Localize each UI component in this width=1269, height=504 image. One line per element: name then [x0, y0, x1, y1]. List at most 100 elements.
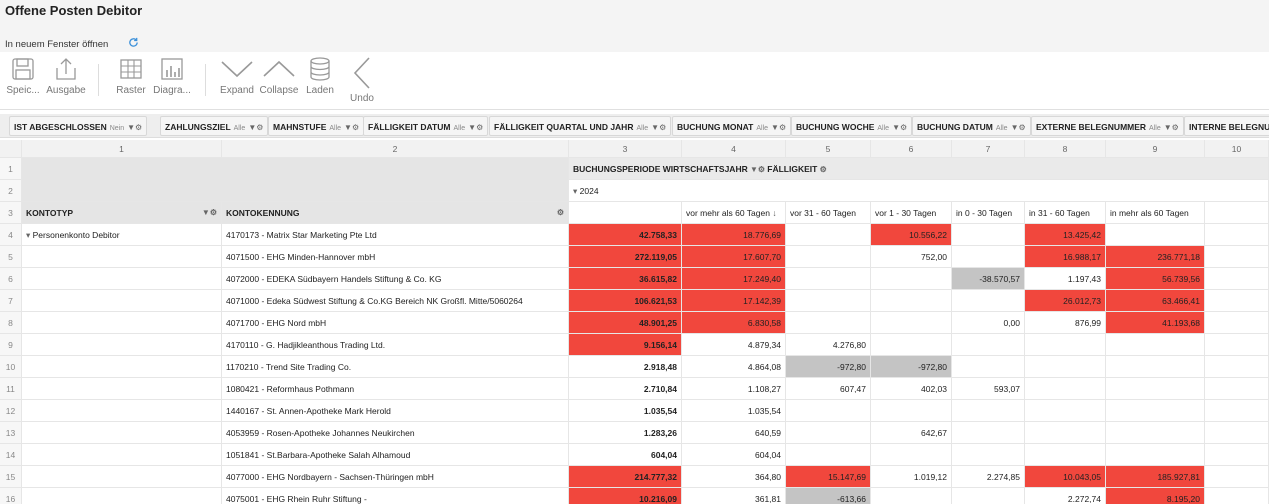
undo-button[interactable]: Undo — [346, 56, 378, 104]
value-cell[interactable] — [786, 444, 871, 466]
total-value-cell[interactable]: 42.758,33 — [569, 224, 682, 246]
value-cell[interactable]: 26.012,73 — [1025, 290, 1106, 312]
value-cell[interactable]: 17.249,40 — [682, 268, 786, 290]
value-cell[interactable]: 63.466,41 — [1106, 290, 1205, 312]
value-cell[interactable]: 402,03 — [871, 378, 952, 400]
load-button[interactable]: Laden — [304, 56, 336, 96]
group-personenkonto-debitor[interactable]: ▾ Personenkonto Debitor — [22, 224, 222, 246]
total-value-cell[interactable]: 604,04 — [569, 444, 682, 466]
value-cell[interactable]: 17.142,39 — [682, 290, 786, 312]
output-button[interactable]: Ausgabe — [45, 56, 87, 96]
value-cell[interactable] — [952, 488, 1025, 504]
value-cell[interactable]: 10.043,05 — [1025, 466, 1106, 488]
account-cell[interactable]: 1170210 - Trend Site Trading Co. — [222, 356, 569, 378]
value-cell[interactable]: 607,47 — [786, 378, 871, 400]
value-cell[interactable] — [871, 290, 952, 312]
value-cell[interactable] — [1025, 378, 1106, 400]
value-cell[interactable] — [871, 400, 952, 422]
sort-arrow-icon[interactable]: ↓ — [770, 208, 776, 218]
filter-settings-icon[interactable]: ▼⚙ — [127, 123, 142, 132]
value-cell[interactable]: 236.771,18 — [1106, 246, 1205, 268]
save-button[interactable]: Speic... — [5, 56, 41, 96]
bucket-header[interactable]: vor mehr als 60 Tagen ↓ — [682, 202, 786, 224]
column-number[interactable]: 3 — [569, 140, 682, 158]
account-cell[interactable]: 4053959 - Rosen-Apotheke Johannes Neukir… — [222, 422, 569, 444]
row-field-kontotyp[interactable]: KONTOTYP ▼⚙ — [22, 202, 222, 224]
account-cell[interactable]: 4170173 - Matrix Star Marketing Pte Ltd — [222, 224, 569, 246]
value-cell[interactable] — [786, 290, 871, 312]
value-cell[interactable] — [952, 246, 1025, 268]
filter-settings-icon[interactable]: ▼⚙ — [748, 165, 768, 174]
value-cell[interactable] — [1106, 378, 1205, 400]
value-cell[interactable] — [871, 488, 952, 504]
bucket-header[interactable]: vor 31 - 60 Tagen — [786, 202, 871, 224]
value-cell[interactable]: 1.035,54 — [682, 400, 786, 422]
value-cell[interactable] — [952, 290, 1025, 312]
refresh-icon[interactable] — [128, 37, 139, 48]
bucket-header[interactable]: in 0 - 30 Tagen — [952, 202, 1025, 224]
filter-settings-icon[interactable]: ▼⚙ — [344, 123, 359, 132]
value-cell[interactable]: 0,00 — [952, 312, 1025, 334]
account-cell[interactable]: 4072000 - EDEKA Südbayern Handels Stiftu… — [222, 268, 569, 290]
value-cell[interactable]: 15.147,69 — [786, 466, 871, 488]
filter-chip[interactable]: ZAHLUNGSZIEL Alle ▼⚙ — [160, 116, 269, 136]
total-value-cell[interactable]: 1.283,26 — [569, 422, 682, 444]
filter-chip[interactable]: MAHNSTUFE Alle ▼⚙ — [268, 116, 365, 136]
filter-settings-icon[interactable]: ▼⚙ — [771, 123, 786, 132]
total-value-cell[interactable]: 272.119,05 — [569, 246, 682, 268]
total-value-cell[interactable]: 2.918,48 — [569, 356, 682, 378]
value-cell[interactable]: 361,81 — [682, 488, 786, 504]
bucket-header[interactable]: vor 1 - 30 Tagen — [871, 202, 952, 224]
value-cell[interactable]: 6.830,58 — [682, 312, 786, 334]
account-cell[interactable]: 4071500 - EHG Minden-Hannover mbH — [222, 246, 569, 268]
bucket-header[interactable]: in mehr als 60 Tagen — [1106, 202, 1205, 224]
value-cell[interactable] — [952, 444, 1025, 466]
value-cell[interactable]: 185.927,81 — [1106, 466, 1205, 488]
total-value-cell[interactable]: 48.901,25 — [569, 312, 682, 334]
filter-chip[interactable]: FÄLLIGKEIT DATUM Alle ▼⚙ — [363, 116, 489, 136]
value-cell[interactable] — [871, 268, 952, 290]
total-value-cell[interactable]: 214.777,32 — [569, 466, 682, 488]
value-cell[interactable]: 13.425,42 — [1025, 224, 1106, 246]
grid-button[interactable]: Raster — [113, 56, 149, 96]
filter-chip[interactable]: FÄLLIGKEIT QUARTAL UND JAHR Alle ▼⚙ — [489, 116, 672, 136]
value-cell[interactable]: -972,80 — [871, 356, 952, 378]
account-cell[interactable]: 4170110 - G. Hadjikleanthous Trading Ltd… — [222, 334, 569, 356]
value-cell[interactable]: -972,80 — [786, 356, 871, 378]
value-cell[interactable] — [1106, 334, 1205, 356]
total-value-cell[interactable]: 106.621,53 — [569, 290, 682, 312]
filter-settings-icon[interactable]: ▼⚙ — [468, 123, 483, 132]
diagram-button[interactable]: Diagra... — [151, 56, 193, 96]
value-cell[interactable]: 2.274,85 — [952, 466, 1025, 488]
value-cell[interactable]: 10.556,22 — [871, 224, 952, 246]
value-cell[interactable]: 1.019,12 — [871, 466, 952, 488]
filter-settings-icon[interactable]: ▼⚙ — [651, 123, 666, 132]
value-cell[interactable]: -613,66 — [786, 488, 871, 504]
settings-icon[interactable]: ⚙ — [557, 202, 564, 223]
value-cell[interactable] — [786, 422, 871, 444]
value-cell[interactable] — [952, 224, 1025, 246]
value-cell[interactable] — [1025, 444, 1106, 466]
value-cell[interactable] — [871, 312, 952, 334]
value-cell[interactable]: 4.879,34 — [682, 334, 786, 356]
expand-button[interactable]: Expand — [219, 56, 255, 96]
year-group-header[interactable]: ▾ 2024 — [569, 180, 1269, 202]
value-cell[interactable] — [952, 356, 1025, 378]
value-cell[interactable] — [871, 444, 952, 466]
filter-chip[interactable]: INTERNE BELEGNU — [1184, 116, 1269, 136]
value-cell[interactable]: 18.776,69 — [682, 224, 786, 246]
column-number[interactable]: 9 — [1106, 140, 1205, 158]
value-cell[interactable] — [1106, 444, 1205, 466]
total-value-cell[interactable]: 2.710,84 — [569, 378, 682, 400]
collapse-triangle-icon[interactable]: ▾ — [26, 230, 33, 240]
value-cell[interactable] — [1106, 356, 1205, 378]
value-cell[interactable] — [786, 268, 871, 290]
column-number[interactable]: 1 — [22, 140, 222, 158]
account-cell[interactable]: 4075001 - EHG Rhein Ruhr Stiftung - — [222, 488, 569, 504]
filter-chip[interactable]: IST ABGESCHLOSSEN Nein ▼⚙ — [9, 116, 148, 136]
account-cell[interactable]: 4077000 - EHG Nordbayern - Sachsen-Thüri… — [222, 466, 569, 488]
value-cell[interactable] — [952, 422, 1025, 444]
value-cell[interactable]: 16.988,17 — [1025, 246, 1106, 268]
value-cell[interactable]: 1.108,27 — [682, 378, 786, 400]
value-cell[interactable] — [1106, 400, 1205, 422]
